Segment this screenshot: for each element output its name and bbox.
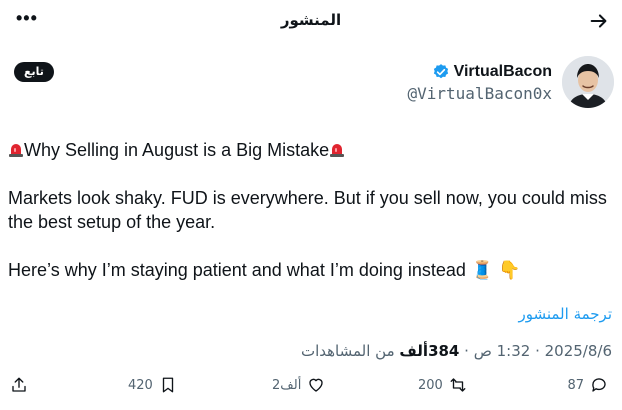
author-name: VirtualBacon (453, 63, 552, 80)
like-count: 2ألف (272, 377, 302, 393)
post-date[interactable]: 2025/8/6 (545, 342, 612, 360)
author-name-row[interactable]: VirtualBacon (432, 63, 552, 81)
post-paragraph-1: Markets look shaky. FUD is everywhere. B… (8, 188, 607, 232)
arrow-right-icon[interactable] (588, 10, 610, 32)
views-count: 384ألف (399, 342, 460, 360)
like-button[interactable]: 2ألف (272, 376, 325, 394)
reply-count: 87 (567, 377, 584, 393)
follow-button[interactable]: تابع (14, 62, 54, 82)
views-label: من المشاهدات (300, 342, 395, 360)
siren-icon (9, 144, 23, 157)
post-title-line: Why Selling in August is a Big Mistake (8, 138, 608, 162)
share-button[interactable] (10, 376, 28, 394)
post-paragraph-2-text: Here’s why I’m staying patient and what … (8, 260, 466, 280)
bookmark-button[interactable]: 420 (128, 376, 177, 394)
bookmark-icon (162, 377, 174, 393)
translate-post-link[interactable]: ترجمة المنشور (518, 305, 612, 323)
post-meta: 2025/8/6 · 1:32 ص · 384ألف من المشاهدات (300, 342, 612, 360)
repost-count: 200 (418, 377, 443, 393)
reply-button[interactable]: 87 (567, 376, 608, 394)
avatar-image (562, 56, 614, 108)
thread-emoji: 🧵 👇 (470, 260, 521, 280)
bookmark-count: 420 (128, 377, 153, 393)
page-title: المنشور (280, 12, 342, 29)
avatar[interactable] (562, 56, 614, 108)
verified-badge-icon (433, 64, 448, 79)
repost-button[interactable]: 200 (418, 376, 467, 394)
siren-icon (330, 144, 345, 157)
post-title-text: Why Selling in August is a Big Mistake (24, 140, 330, 160)
post-time[interactable]: 1:32 ص (474, 342, 531, 360)
heart-icon (309, 378, 323, 392)
repost-icon (450, 378, 466, 392)
reply-icon (592, 378, 606, 392)
author-handle[interactable]: @VirtualBacon0x (408, 84, 553, 103)
share-icon (12, 377, 26, 392)
post-paragraph-2: Here’s why I’m staying patient and what … (8, 258, 608, 282)
